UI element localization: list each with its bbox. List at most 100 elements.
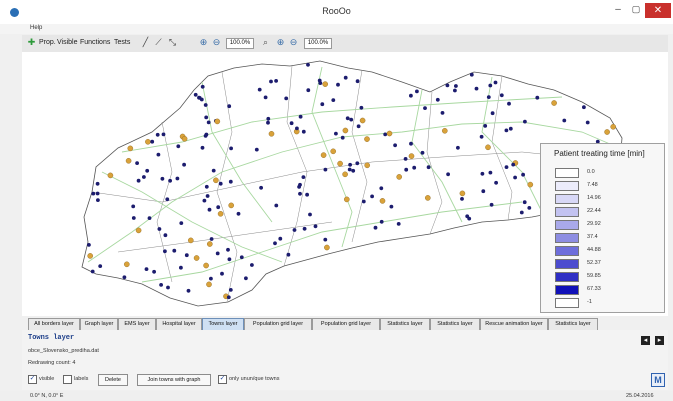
town-marker <box>320 102 325 107</box>
hospital-marker <box>268 131 275 137</box>
town-marker <box>423 106 427 110</box>
visible-checkbox[interactable]: ✓ <box>28 375 37 384</box>
town-marker <box>95 181 100 186</box>
select-tool-icon[interactable]: ⤡ <box>167 37 178 48</box>
prev-layer-button[interactable]: ◂ <box>641 336 650 345</box>
hospital-marker <box>441 128 448 134</box>
magnifier-icon[interactable]: ⌕ <box>260 37 271 48</box>
town-marker <box>165 197 170 202</box>
visible-label: visible <box>39 376 55 382</box>
next-layer-button[interactable]: ▸ <box>655 336 664 345</box>
maximize-icon[interactable]: ▢ <box>630 4 642 16</box>
line-tool-icon[interactable]: ╱ <box>140 37 151 48</box>
hospital-marker <box>107 172 114 179</box>
zoom-out-icon[interactable]: ⊖ <box>211 37 222 48</box>
add-icon[interactable]: ✚ <box>26 37 37 48</box>
hospital-marker <box>324 244 330 251</box>
town-marker <box>220 271 224 276</box>
legend-label: 29.92 <box>587 221 601 227</box>
town-marker <box>585 120 590 125</box>
town-marker <box>284 96 289 101</box>
legend-label: 59.85 <box>587 273 601 279</box>
hospital-marker <box>551 100 557 106</box>
hospital-marker <box>228 202 234 209</box>
delete-button[interactable]: Delete <box>98 374 128 386</box>
town-marker <box>278 236 283 241</box>
town-marker <box>508 126 513 131</box>
save-icon[interactable]: M <box>651 373 665 387</box>
town-marker <box>161 132 166 137</box>
town-marker <box>168 178 173 183</box>
legend-item: 14.96 <box>555 194 660 204</box>
town-marker <box>204 184 209 189</box>
town-marker <box>147 216 152 221</box>
legend-item: 67.33 <box>555 285 660 295</box>
join-towns-button[interactable]: Join towns with graph <box>137 374 211 386</box>
town-marker <box>488 170 493 175</box>
polyline-tool-icon[interactable]: ⟋ <box>153 37 164 48</box>
town-marker <box>135 161 139 165</box>
town-marker <box>226 247 230 252</box>
town-marker <box>396 222 401 226</box>
town-marker <box>489 202 494 207</box>
legend-label: 44.88 <box>587 247 601 253</box>
zoom-field[interactable]: 100.0% <box>226 38 254 49</box>
town-marker <box>481 189 486 194</box>
hospital-marker <box>386 130 393 137</box>
town-marker <box>361 199 366 204</box>
zoom-field-2[interactable]: 100.0% <box>304 38 332 49</box>
town-marker <box>156 152 161 157</box>
minimize-icon[interactable]: – <box>612 4 624 16</box>
tests-button[interactable]: Tests <box>114 39 130 46</box>
menu-help[interactable]: Help <box>30 25 42 31</box>
town-marker <box>323 167 328 172</box>
hospital-marker <box>396 174 403 180</box>
town-marker <box>295 126 299 131</box>
unique-towns-label: only unun/que towns <box>229 376 280 382</box>
status-bar: 0.0° N, 0.0° E 25.04.2016 <box>0 391 673 401</box>
hospital-marker <box>214 118 221 125</box>
close-icon[interactable]: ✕ <box>645 3 671 18</box>
hospital-marker <box>337 160 343 167</box>
town-marker <box>176 144 181 149</box>
town-marker <box>227 257 232 262</box>
town-marker <box>493 80 498 85</box>
town-marker <box>274 79 278 83</box>
town-marker <box>301 129 306 134</box>
town-marker <box>474 86 479 91</box>
town-marker <box>136 178 141 183</box>
town-marker <box>445 83 450 88</box>
town-marker <box>479 134 484 139</box>
hospital-marker <box>145 139 151 145</box>
town-marker <box>355 161 360 166</box>
town-marker <box>460 197 464 201</box>
legend-swatch <box>555 194 579 204</box>
zoom-in-icon[interactable]: ⊕ <box>198 37 209 48</box>
visible-button[interactable]: Visible <box>57 39 78 46</box>
town-marker <box>209 276 213 281</box>
prop-button[interactable]: Prop. <box>39 39 56 46</box>
hospital-marker <box>135 227 142 234</box>
town-marker <box>409 141 413 146</box>
town-marker <box>456 145 460 150</box>
town-marker <box>454 84 458 88</box>
hospital-marker <box>342 171 348 178</box>
town-marker <box>348 162 352 167</box>
legend-title: Patient treating time [min] <box>554 149 645 158</box>
town-marker <box>334 131 338 136</box>
town-marker <box>203 134 208 138</box>
town-marker <box>359 105 364 110</box>
town-marker <box>142 175 146 179</box>
unique-towns-checkbox[interactable]: ✓ <box>218 375 227 384</box>
zoom-out-2-icon[interactable]: ⊖ <box>288 37 299 48</box>
layer-title: Towns layer <box>28 334 75 342</box>
town-marker <box>160 176 165 181</box>
town-marker <box>257 87 262 92</box>
legend-item: -1 <box>555 298 660 308</box>
hospital-marker <box>424 195 431 201</box>
hospital-marker <box>125 158 132 164</box>
legend-swatch <box>555 233 579 243</box>
zoom-in-2-icon[interactable]: ⊕ <box>275 37 286 48</box>
labels-checkbox[interactable] <box>63 375 72 384</box>
functions-button[interactable]: Functions <box>80 39 110 46</box>
